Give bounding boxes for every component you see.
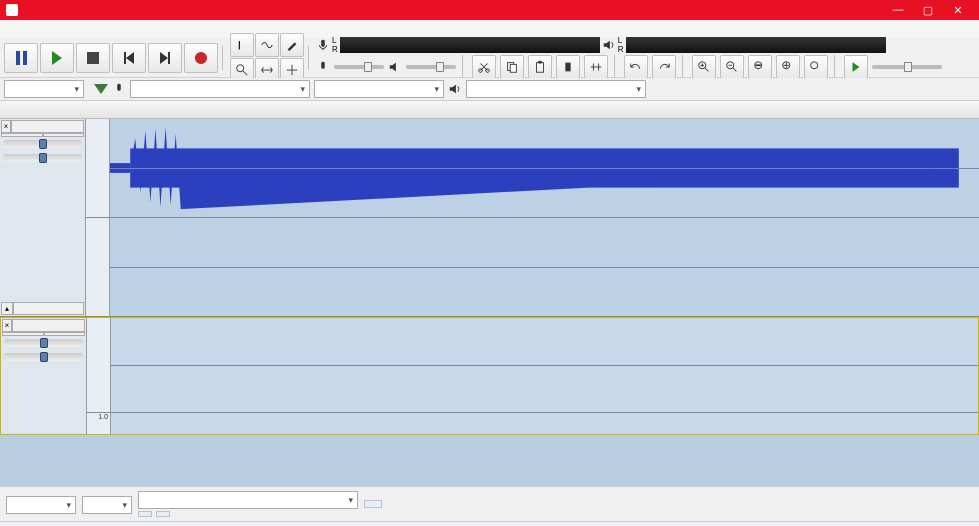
playhead-marker-icon bbox=[94, 84, 108, 94]
svg-text:I: I bbox=[238, 38, 241, 52]
track-row: × ▴ bbox=[0, 119, 979, 317]
gain-slider[interactable] bbox=[3, 140, 82, 148]
track-panel[interactable]: × ▴ bbox=[0, 119, 86, 316]
fit-selection-button[interactable] bbox=[748, 55, 772, 79]
status-bar bbox=[0, 521, 979, 526]
playback-volume-slider[interactable] bbox=[406, 65, 456, 69]
pause-button[interactable] bbox=[4, 43, 38, 73]
playback-gain-icon bbox=[388, 60, 402, 74]
waveform-channel-right[interactable] bbox=[110, 218, 979, 316]
audio-host-select[interactable]: ▾ bbox=[4, 80, 84, 98]
undo-button[interactable] bbox=[624, 55, 648, 79]
app-icon bbox=[6, 4, 18, 16]
project-rate-select[interactable]: ▾ bbox=[6, 496, 76, 514]
play-meter-lr: LR bbox=[618, 36, 624, 54]
track-close-button[interactable]: × bbox=[1, 120, 11, 133]
pan-slider[interactable] bbox=[4, 353, 83, 361]
amplitude-scale bbox=[86, 218, 110, 316]
mute-button[interactable] bbox=[1, 133, 43, 137]
track-area: × ▴ bbox=[0, 119, 979, 486]
selection-tool-button[interactable]: I bbox=[230, 33, 254, 57]
close-button[interactable]: ✕ bbox=[943, 0, 973, 20]
paste-button[interactable] bbox=[528, 55, 552, 79]
speaker-device-icon bbox=[448, 82, 462, 96]
zoom-out-button[interactable] bbox=[720, 55, 744, 79]
waveform-channel-right[interactable] bbox=[111, 413, 978, 434]
maximize-button[interactable]: ▢ bbox=[913, 0, 943, 20]
mute-button[interactable] bbox=[2, 332, 44, 336]
playback-device-select[interactable]: ▾ bbox=[466, 80, 646, 98]
snap-select[interactable]: ▾ bbox=[82, 496, 132, 514]
record-button[interactable] bbox=[184, 43, 218, 73]
select-track-button[interactable] bbox=[13, 302, 84, 315]
titlebar: — ▢ ✕ bbox=[0, 0, 979, 20]
trim-button[interactable] bbox=[556, 55, 580, 79]
waveform-channel-left[interactable] bbox=[111, 318, 978, 412]
rec-meter-lr: LR bbox=[332, 36, 338, 54]
solo-button[interactable] bbox=[43, 133, 85, 137]
mic-icon bbox=[316, 38, 330, 52]
speaker-icon bbox=[602, 38, 616, 52]
timeline-ruler[interactable] bbox=[0, 101, 979, 119]
collapse-button[interactable]: ▴ bbox=[1, 302, 13, 315]
play-meter[interactable] bbox=[626, 37, 886, 53]
silence-button[interactable] bbox=[584, 55, 608, 79]
zoom-in-button[interactable] bbox=[692, 55, 716, 79]
pan-slider[interactable] bbox=[3, 154, 82, 162]
skip-start-button[interactable] bbox=[112, 43, 146, 73]
minimize-button[interactable]: — bbox=[883, 0, 913, 20]
stop-button[interactable] bbox=[76, 43, 110, 73]
redo-button[interactable] bbox=[652, 55, 676, 79]
gain-slider[interactable] bbox=[4, 339, 83, 347]
envelope-tool-button[interactable] bbox=[255, 33, 279, 57]
selection-end-field[interactable] bbox=[156, 511, 170, 517]
track-row: × 1.0 bbox=[0, 317, 979, 435]
draw-tool-button[interactable] bbox=[280, 33, 304, 57]
play-button[interactable] bbox=[40, 43, 74, 73]
transport-toolbar: I LR LR bbox=[0, 38, 979, 78]
track-name-dropdown[interactable] bbox=[12, 319, 85, 332]
record-channels-select[interactable]: ▾ bbox=[314, 80, 444, 98]
record-meter[interactable] bbox=[340, 37, 600, 53]
amplitude-scale bbox=[86, 119, 110, 217]
fit-project-button[interactable] bbox=[776, 55, 800, 79]
audio-position-field[interactable] bbox=[364, 500, 382, 508]
device-toolbar: ▾ ▾ ▾ ▾ bbox=[0, 78, 979, 101]
copy-button[interactable] bbox=[500, 55, 524, 79]
selection-start-field[interactable] bbox=[138, 511, 152, 517]
solo-button[interactable] bbox=[44, 332, 86, 336]
selection-mode-select[interactable]: ▾ bbox=[138, 491, 358, 509]
record-volume-slider[interactable] bbox=[334, 65, 384, 69]
play-at-speed-button[interactable] bbox=[844, 55, 868, 79]
selection-toolbar: ▾ ▾ ▾ bbox=[0, 486, 979, 521]
track-close-button[interactable]: × bbox=[2, 319, 12, 332]
cut-button[interactable] bbox=[472, 55, 496, 79]
track-panel[interactable]: × bbox=[1, 318, 87, 434]
zoom-toggle-button[interactable] bbox=[804, 55, 828, 79]
record-device-select[interactable]: ▾ bbox=[130, 80, 310, 98]
mic-device-icon bbox=[112, 82, 126, 96]
track-info bbox=[2, 364, 85, 368]
amplitude-scale bbox=[87, 318, 111, 412]
skip-end-button[interactable] bbox=[148, 43, 182, 73]
waveform-channel-left[interactable] bbox=[110, 119, 979, 217]
track-name-dropdown[interactable] bbox=[11, 120, 84, 133]
amplitude-scale: 1.0 bbox=[87, 413, 111, 434]
mic-gain-icon bbox=[316, 60, 330, 74]
play-speed-slider[interactable] bbox=[872, 65, 942, 69]
